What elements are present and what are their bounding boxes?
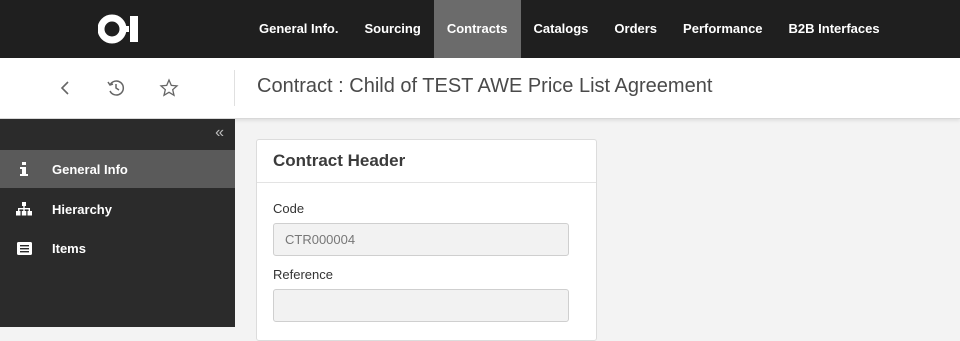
sidebar-item-hierarchy[interactable]: Hierarchy xyxy=(0,190,235,228)
contract-header-card: Contract Header Code Reference xyxy=(256,139,597,341)
nav-general-info[interactable]: General Info. xyxy=(246,0,351,58)
page-header: Contract : Child of TEST AWE Price List … xyxy=(0,58,960,119)
code-label: Code xyxy=(273,201,305,216)
nav-contracts[interactable]: Contracts xyxy=(433,0,521,58)
card-divider xyxy=(257,182,596,183)
sidebar-item-general-info[interactable]: General Info xyxy=(0,150,235,188)
top-navigation-bar: General Info. Sourcing Contracts Catalog… xyxy=(0,0,960,58)
page-title: Contract : Child of TEST AWE Price List … xyxy=(257,75,713,97)
collapse-sidebar-icon[interactable]: « xyxy=(215,124,224,142)
sidebar-item-items[interactable]: Items xyxy=(0,229,235,267)
nav-performance[interactable]: Performance xyxy=(670,0,775,58)
main-nav: General Info. Sourcing Contracts Catalog… xyxy=(246,0,893,58)
history-icon[interactable] xyxy=(105,77,127,99)
nav-sourcing[interactable]: Sourcing xyxy=(351,0,433,58)
nav-orders[interactable]: Orders xyxy=(601,0,670,58)
hierarchy-icon xyxy=(14,202,34,216)
list-icon xyxy=(14,241,34,255)
sidebar-item-label: General Info xyxy=(52,161,128,177)
reference-field[interactable] xyxy=(273,289,569,322)
nav-catalogs[interactable]: Catalogs xyxy=(521,0,602,58)
header-divider xyxy=(234,70,235,106)
code-field[interactable] xyxy=(273,223,569,256)
sidebar: « General Info Hierarchy Items xyxy=(0,119,235,327)
sidebar-item-label: Items xyxy=(52,240,86,256)
back-icon[interactable] xyxy=(55,77,77,99)
info-icon xyxy=(14,161,34,177)
reference-label: Reference xyxy=(273,267,333,282)
favorite-star-icon[interactable] xyxy=(158,77,180,99)
card-title: Contract Header xyxy=(273,151,406,170)
sidebar-item-label: Hierarchy xyxy=(52,201,112,217)
nav-b2b-interfaces[interactable]: B2B Interfaces xyxy=(776,0,893,58)
oi-logo-icon[interactable] xyxy=(98,12,146,46)
